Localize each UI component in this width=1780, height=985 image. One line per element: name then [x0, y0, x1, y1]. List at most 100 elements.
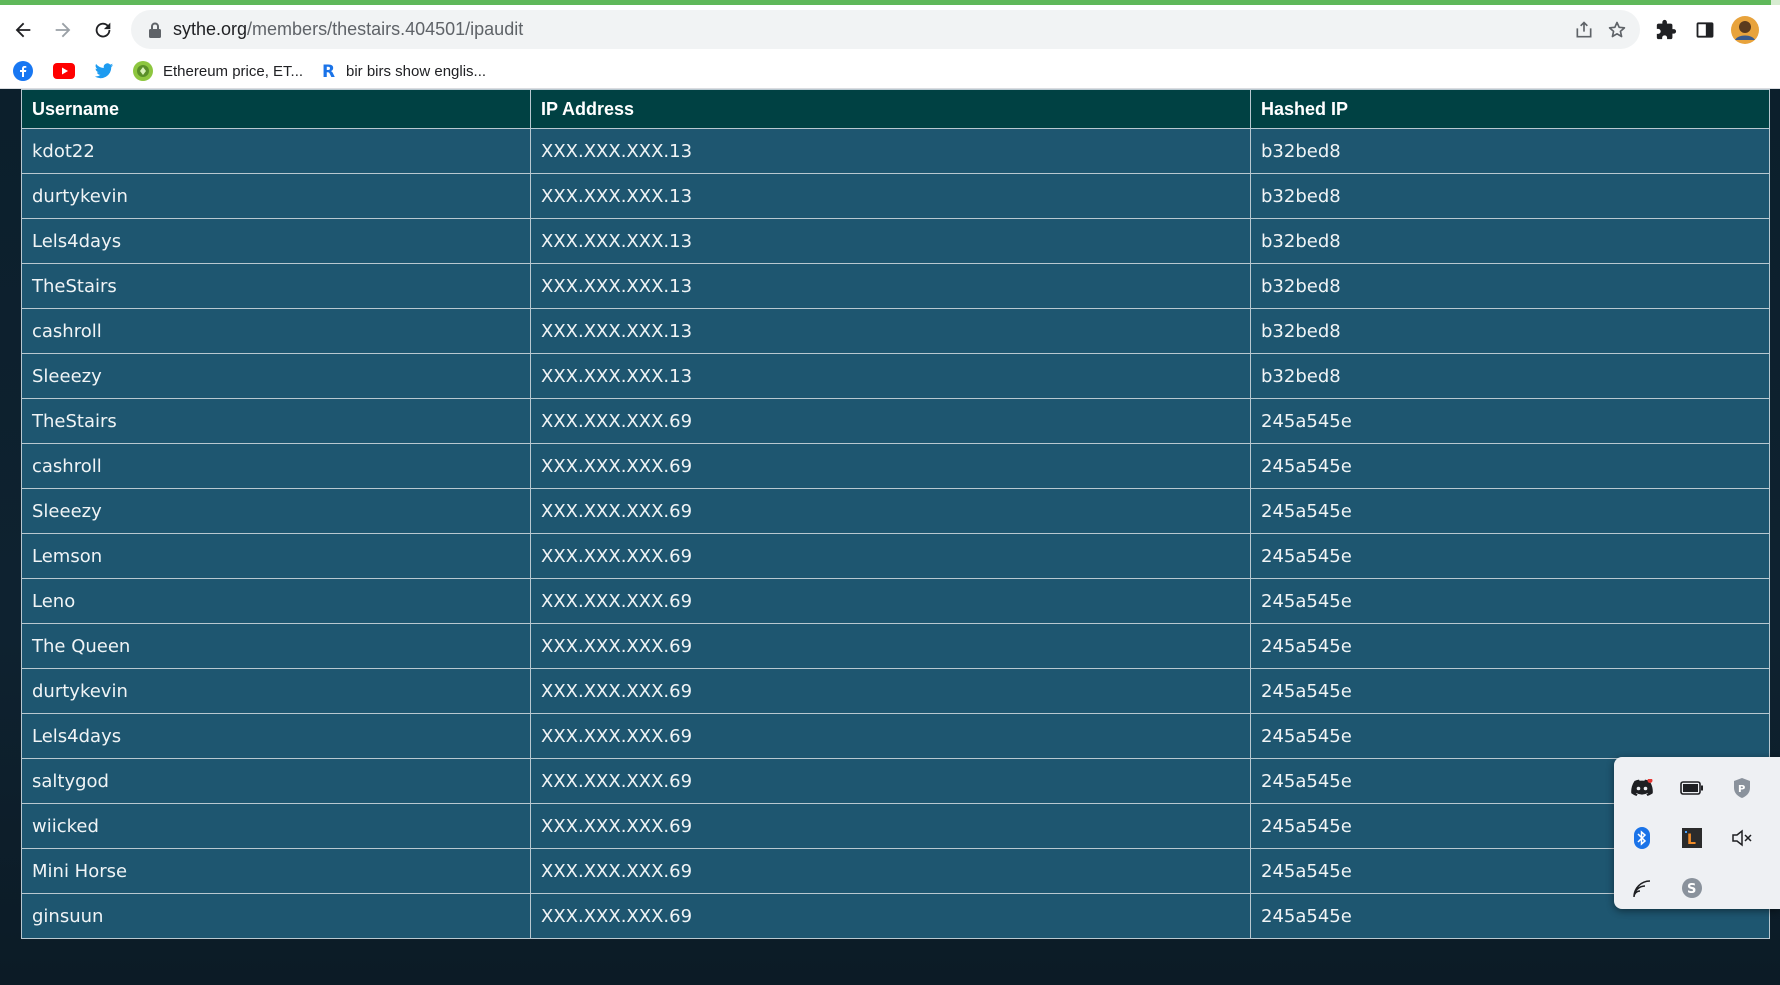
bookmark-twitter[interactable] — [94, 53, 114, 89]
cell-username[interactable]: Sleeezy — [21, 488, 531, 534]
extensions-button[interactable] — [1649, 13, 1683, 47]
svg-text:P: P — [1738, 784, 1745, 795]
cell-ip-address: XXX.XXX.XXX.13 — [530, 218, 1251, 264]
cell-ip-address: XXX.XXX.XXX.69 — [530, 668, 1251, 714]
arrow-right-icon — [55, 22, 71, 38]
svg-text:S: S — [1687, 882, 1696, 897]
header-hashed-ip: Hashed IP — [1250, 89, 1770, 129]
reload-button[interactable] — [86, 13, 120, 47]
cell-ip-address: XXX.XXX.XXX.69 — [530, 578, 1251, 624]
cell-hashed-ip: 245a545e — [1250, 443, 1770, 489]
header-ip-address: IP Address — [530, 89, 1251, 129]
bookmark-ethereum[interactable]: Ethereum price, ET... — [133, 53, 303, 89]
cell-hashed-ip: b32bed8 — [1250, 128, 1770, 174]
cell-username[interactable]: saltygod — [21, 758, 531, 804]
cell-ip-address: XXX.XXX.XXX.69 — [530, 848, 1251, 894]
bluetooth-icon[interactable] — [1628, 824, 1656, 852]
facebook-icon — [13, 61, 33, 81]
battery-icon[interactable] — [1678, 774, 1706, 802]
cell-hashed-ip: b32bed8 — [1250, 263, 1770, 309]
bookmarks-bar: Ethereum price, ET... R bir birs show en… — [0, 53, 1780, 89]
bookmark-label: Ethereum price, ET... — [163, 62, 304, 80]
reload-icon — [95, 22, 111, 38]
cell-ip-address: XXX.XXX.XXX.13 — [530, 263, 1251, 309]
puzzle-icon — [1656, 19, 1677, 40]
cell-username[interactable]: TheStairs — [21, 263, 531, 309]
cell-ip-address: XXX.XXX.XXX.69 — [530, 488, 1251, 534]
side-panel-icon — [1696, 22, 1714, 38]
cell-username[interactable]: wiicked — [21, 803, 531, 849]
bookmark-bir-birs[interactable]: R bir birs show englis... — [320, 53, 486, 89]
bookmark-star-icon[interactable] — [1601, 10, 1633, 49]
wifi-icon[interactable] — [1628, 874, 1656, 902]
cell-username[interactable]: The Queen — [21, 623, 531, 669]
cell-username[interactable]: kdot22 — [21, 128, 531, 174]
cell-hashed-ip: 245a545e — [1250, 623, 1770, 669]
cell-username[interactable]: Lels4days — [21, 218, 531, 264]
cell-hashed-ip: 245a545e — [1250, 578, 1770, 624]
header-username: Username — [21, 89, 531, 129]
cell-hashed-ip: b32bed8 — [1250, 218, 1770, 264]
cell-ip-address: XXX.XXX.XXX.69 — [530, 623, 1251, 669]
cell-ip-address: XXX.XXX.XXX.13 — [530, 353, 1251, 399]
table-header-row: Username IP Address Hashed IP — [21, 89, 1770, 129]
avatar-icon — [1731, 16, 1759, 44]
table-row: TheStairs XXX.XXX.XXX.13 b32bed8 — [21, 263, 1770, 309]
cell-hashed-ip: 245a545e — [1250, 488, 1770, 534]
table-row: ginsuun XXX.XXX.XXX.69 245a545e — [21, 893, 1770, 939]
bookmark-youtube[interactable] — [53, 53, 75, 89]
ip-audit-table: Username IP Address Hashed IP kdot22 XXX.… — [21, 89, 1770, 939]
table-row: wiicked XXX.XXX.XXX.69 245a545e — [21, 803, 1770, 849]
vpn-shield-icon[interactable]: P — [1728, 774, 1756, 802]
cell-username[interactable]: ginsuun — [21, 893, 531, 939]
system-tray-overflow: P L S — [1614, 757, 1780, 909]
svg-text:L: L — [1687, 832, 1696, 848]
table-row: cashroll XXX.XXX.XXX.69 245a545e — [21, 443, 1770, 489]
cell-username[interactable]: Mini Horse — [21, 848, 531, 894]
address-bar[interactable]: sythe.org/members/thestairs.404501/ipaud… — [131, 10, 1640, 49]
cell-username[interactable]: Lels4days — [21, 713, 531, 759]
table-row: Sleeezy XXX.XXX.XXX.69 245a545e — [21, 488, 1770, 534]
cell-username[interactable]: durtykevin — [21, 668, 531, 714]
discord-icon[interactable] — [1628, 774, 1656, 802]
table-row: Leno XXX.XXX.XXX.69 245a545e — [21, 578, 1770, 624]
url-path: /members/thestairs.404501/ipaudit — [247, 19, 524, 39]
lock-icon[interactable] — [139, 10, 171, 49]
cell-username[interactable]: durtykevin — [21, 173, 531, 219]
table-row: kdot22 XXX.XXX.XXX.13 b32bed8 — [21, 128, 1770, 174]
volume-muted-icon[interactable] — [1728, 824, 1756, 852]
cell-username[interactable]: TheStairs — [21, 398, 531, 444]
table-row: TheStairs XXX.XXX.XXX.69 245a545e — [21, 398, 1770, 444]
cell-hashed-ip: 245a545e — [1250, 533, 1770, 579]
profile-avatar[interactable] — [1728, 13, 1762, 47]
cell-ip-address: XXX.XXX.XXX.69 — [530, 443, 1251, 489]
cell-username[interactable]: cashroll — [21, 443, 531, 489]
share-icon[interactable] — [1568, 10, 1600, 49]
cell-ip-address: XXX.XXX.XXX.69 — [530, 758, 1251, 804]
bookmark-label: bir birs show englis... — [346, 62, 487, 80]
bookmark-facebook[interactable] — [13, 53, 33, 89]
skype-icon[interactable]: S — [1678, 874, 1706, 902]
table-row: Lels4days XXX.XXX.XXX.13 b32bed8 — [21, 218, 1770, 264]
browser-toolbar: sythe.org/members/thestairs.404501/ipaud… — [0, 5, 1780, 53]
page-content: Username IP Address Hashed IP kdot22 XXX.… — [0, 89, 1780, 985]
back-button[interactable] — [6, 13, 40, 47]
cell-hashed-ip: 245a545e — [1250, 668, 1770, 714]
cell-hashed-ip: 245a545e — [1250, 398, 1770, 444]
cell-hashed-ip: b32bed8 — [1250, 173, 1770, 219]
cell-hashed-ip: b32bed8 — [1250, 308, 1770, 354]
cell-ip-address: XXX.XXX.XXX.13 — [530, 173, 1251, 219]
youtube-icon — [53, 63, 75, 79]
table-row: Sleeezy XXX.XXX.XXX.13 b32bed8 — [21, 353, 1770, 399]
cell-username[interactable]: Leno — [21, 578, 531, 624]
forward-button[interactable] — [46, 13, 80, 47]
app-l-icon[interactable]: L — [1678, 824, 1706, 852]
cell-username[interactable]: cashroll — [21, 308, 531, 354]
cell-username[interactable]: Sleeezy — [21, 353, 531, 399]
cell-ip-address: XXX.XXX.XXX.13 — [530, 128, 1251, 174]
cell-username[interactable]: Lemson — [21, 533, 531, 579]
table-row: The Queen XXX.XXX.XXX.69 245a545e — [21, 623, 1770, 669]
url-text[interactable]: sythe.org/members/thestairs.404501/ipaud… — [173, 19, 523, 40]
cell-ip-address: XXX.XXX.XXX.13 — [530, 308, 1251, 354]
side-panel-button[interactable] — [1688, 13, 1722, 47]
